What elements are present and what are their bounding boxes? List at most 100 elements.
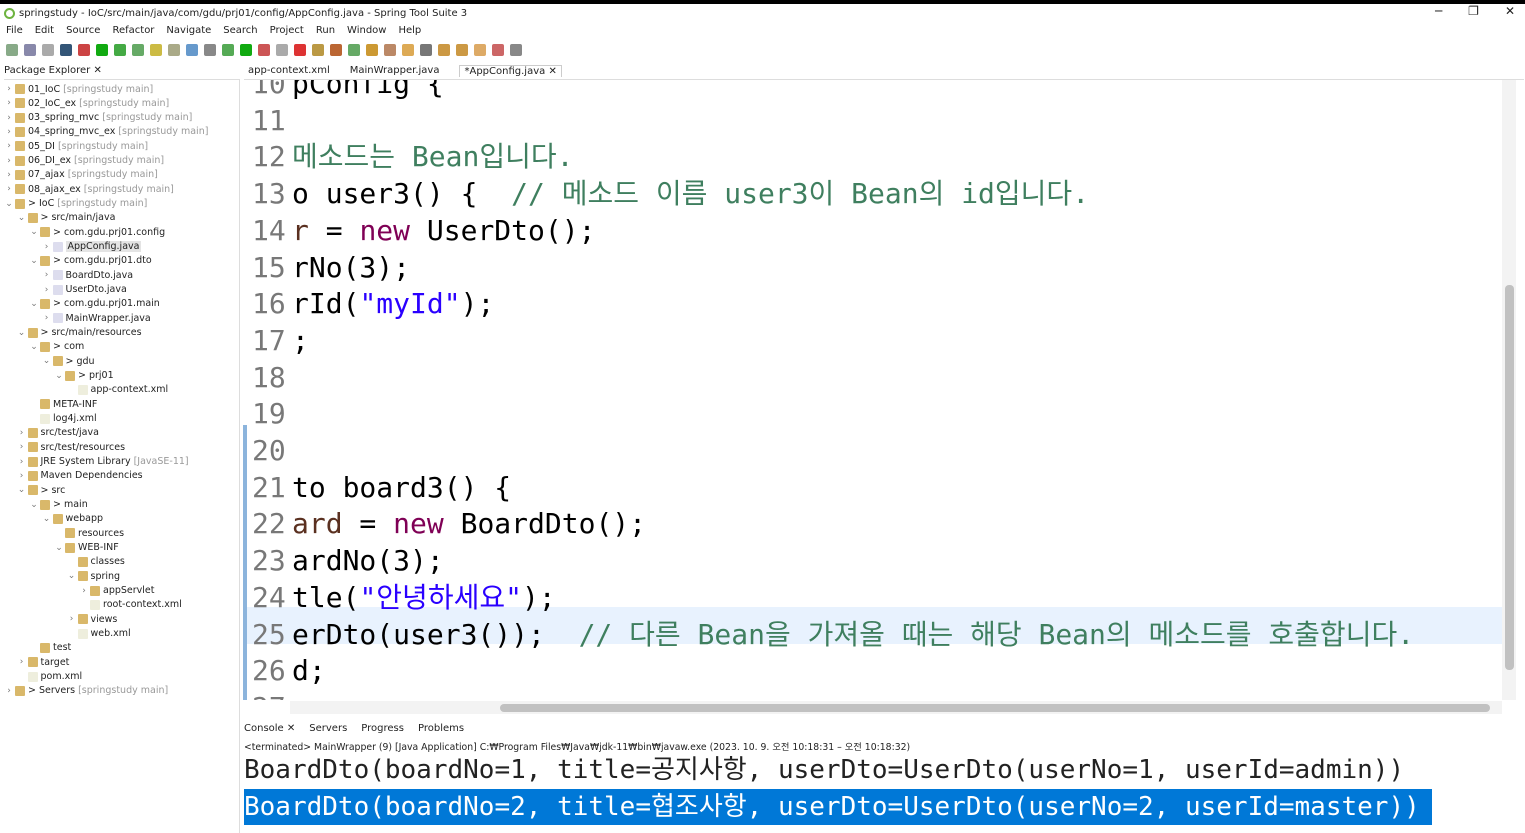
chevron-down-icon[interactable]: ⌄	[17, 328, 27, 338]
tab-app-context-xml[interactable]: app-context.xml	[248, 65, 330, 76]
chevron-right-icon[interactable]: ›	[17, 471, 27, 481]
toolbar-button-icon[interactable]	[78, 44, 90, 56]
toolbar-button-icon[interactable]	[402, 44, 414, 56]
chevron-right-icon[interactable]: ›	[17, 457, 27, 467]
tree-item[interactable]: ⌄ > gdu	[42, 354, 95, 368]
scroll-thumb[interactable]	[1505, 285, 1514, 670]
toolbar-button-icon[interactable]	[6, 44, 18, 56]
toolbar-button-icon[interactable]	[24, 44, 36, 56]
tree-item[interactable]: › 03_spring_mvc [springstudy main]	[4, 111, 192, 125]
chevron-right-icon[interactable]: ›	[4, 113, 14, 123]
toolbar-button-icon[interactable]	[222, 44, 234, 56]
chevron-right-icon[interactable]: ›	[67, 614, 77, 624]
tree-item[interactable]: › 08_ajax_ex [springstudy main]	[4, 182, 174, 196]
toolbar-button-icon[interactable]	[186, 44, 198, 56]
tab-package-explorer[interactable]: Package Explorer ✕	[4, 65, 102, 76]
tree-item[interactable]: ⌄ > src	[17, 483, 66, 497]
toolbar-button-icon[interactable]	[204, 44, 216, 56]
toolbar-button-icon[interactable]	[384, 44, 396, 56]
tab-console[interactable]: Console ✕	[244, 723, 295, 734]
tree-item[interactable]: ⌄ webapp	[42, 512, 103, 526]
chevron-down-icon[interactable]: ⌄	[67, 571, 77, 581]
tree-item[interactable]: › 04_spring_mvc_ex [springstudy main]	[4, 125, 208, 139]
tree-item[interactable]: ⌄ > prj01	[54, 369, 113, 383]
toolbar-button-icon[interactable]	[240, 44, 252, 56]
toolbar-button-icon[interactable]	[366, 44, 378, 56]
tree-item[interactable]: › src/test/resources	[17, 440, 125, 454]
tree-item[interactable]: › AppConfig.java	[42, 240, 142, 254]
tree-item[interactable]: ⌄ > IoC [springstudy main]	[4, 197, 147, 211]
maximize-button[interactable]: ❐	[1468, 4, 1479, 18]
tree-item[interactable]: classes	[67, 555, 125, 569]
tree-item[interactable]: ⌄ > com.gdu.prj01.config	[29, 225, 165, 239]
toolbar-button-icon[interactable]	[114, 44, 126, 56]
menu-navigate[interactable]: Navigate	[166, 25, 211, 36]
chevron-right-icon[interactable]: ›	[42, 285, 52, 295]
chevron-down-icon[interactable]: ⌄	[54, 371, 64, 381]
toolbar-button-icon[interactable]	[150, 44, 162, 56]
chevron-down-icon[interactable]: ⌄	[29, 256, 39, 266]
tree-item[interactable]: › 07_ajax [springstudy main]	[4, 168, 158, 182]
toolbar-button-icon[interactable]	[96, 44, 108, 56]
chevron-right-icon[interactable]: ›	[4, 141, 14, 151]
tree-item[interactable]: ⌄ spring	[67, 569, 120, 583]
toolbar-button-icon[interactable]	[168, 44, 180, 56]
chevron-right-icon[interactable]: ›	[42, 313, 52, 323]
tree-item[interactable]: ⌄ > com	[29, 340, 84, 354]
chevron-down-icon[interactable]: ⌄	[29, 227, 39, 237]
chevron-right-icon[interactable]: ›	[17, 657, 27, 667]
tab-mainwrapper-java[interactable]: MainWrapper.java	[350, 65, 440, 76]
chevron-down-icon[interactable]: ⌄	[29, 342, 39, 352]
chevron-right-icon[interactable]: ›	[79, 586, 89, 596]
chevron-right-icon[interactable]: ›	[17, 428, 27, 438]
tree-item[interactable]: › src/test/java	[17, 426, 99, 440]
tab-progress[interactable]: Progress	[361, 723, 404, 734]
tree-item[interactable]: › 01_IoC [springstudy main]	[4, 82, 153, 96]
tree-item[interactable]: ⌄ > main	[29, 498, 88, 512]
tree-item[interactable]: › views	[67, 612, 118, 626]
toolbar-button-icon[interactable]	[456, 44, 468, 56]
chevron-right-icon[interactable]: ›	[42, 242, 52, 252]
chevron-right-icon[interactable]: ›	[4, 170, 14, 180]
tree-item[interactable]: ⌄ > com.gdu.prj01.dto	[29, 254, 151, 268]
toolbar-button-icon[interactable]	[42, 44, 54, 56]
tree-item[interactable]: ⌄ > com.gdu.prj01.main	[29, 297, 160, 311]
editor-vertical-scrollbar[interactable]	[1502, 80, 1516, 700]
chevron-down-icon[interactable]: ⌄	[17, 213, 27, 223]
toolbar-button-icon[interactable]	[492, 44, 504, 56]
toolbar-button-icon[interactable]	[258, 44, 270, 56]
toolbar-button-icon[interactable]	[60, 44, 72, 56]
tree-item[interactable]: log4j.xml	[29, 412, 97, 426]
tree-item[interactable]: ⌄ > src/main/java	[17, 211, 116, 225]
close-button[interactable]: ✕	[1505, 4, 1515, 18]
menu-window[interactable]: Window	[347, 25, 386, 36]
minimize-button[interactable]: ─	[1435, 4, 1442, 18]
toolbar-button-icon[interactable]	[420, 44, 432, 56]
tree-item[interactable]: › JRE System Library [JavaSE-11]	[17, 455, 189, 469]
tree-item[interactable]: pom.xml	[17, 670, 82, 684]
chevron-right-icon[interactable]: ›	[4, 98, 14, 108]
menu-help[interactable]: Help	[398, 25, 421, 36]
toolbar-button-icon[interactable]	[132, 44, 144, 56]
tab-problems[interactable]: Problems	[418, 723, 464, 734]
tree-item[interactable]: app-context.xml	[67, 383, 168, 397]
toolbar-button-icon[interactable]	[330, 44, 342, 56]
close-icon[interactable]: ✕	[548, 66, 556, 77]
menu-run[interactable]: Run	[316, 25, 335, 36]
tree-item[interactable]: › 02_IoC_ex [springstudy main]	[4, 96, 169, 110]
tab-servers[interactable]: Servers	[309, 723, 347, 734]
toolbar-button-icon[interactable]	[438, 44, 450, 56]
tree-item[interactable]: › MainWrapper.java	[42, 311, 151, 325]
tree-item[interactable]: test	[29, 641, 71, 655]
chevron-right-icon[interactable]: ›	[4, 184, 14, 194]
toolbar-button-icon[interactable]	[312, 44, 324, 56]
chevron-down-icon[interactable]: ⌄	[17, 485, 27, 495]
chevron-down-icon[interactable]: ⌄	[42, 514, 52, 524]
chevron-right-icon[interactable]: ›	[4, 127, 14, 137]
toolbar-button-icon[interactable]	[510, 44, 522, 56]
chevron-down-icon[interactable]: ⌄	[29, 500, 39, 510]
editor-horizontal-scrollbar[interactable]	[290, 701, 1502, 714]
chevron-down-icon[interactable]: ⌄	[42, 356, 52, 366]
toolbar-button-icon[interactable]	[474, 44, 486, 56]
close-icon[interactable]: ✕	[93, 65, 101, 76]
